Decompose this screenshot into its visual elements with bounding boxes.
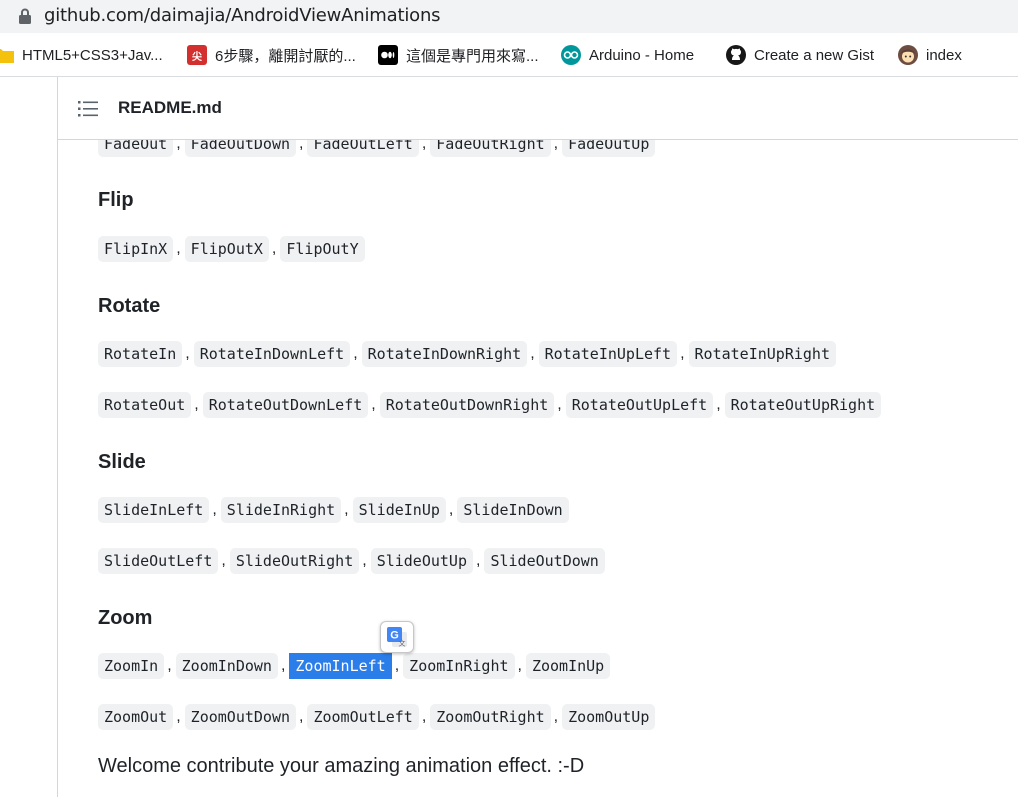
animation-name-code: RotateInDownLeft (193, 341, 351, 367)
comma-separator: , (421, 708, 427, 725)
zoom-out-row: ZoomOut, ZoomOutDown, ZoomOutLeft, ZoomOutR… (98, 704, 656, 730)
animation-name-code: RotateOutDownRight (379, 392, 555, 418)
heading-zoom: Zoom (98, 607, 153, 629)
comma-separator: , (185, 345, 190, 362)
list-icon[interactable] (78, 100, 98, 118)
comma-separator: , (353, 345, 358, 362)
welcome-text: Welcome contribute your amazing animatio… (98, 755, 585, 777)
animation-name-code: ZoomOut (98, 704, 174, 730)
animation-name-code: SlideInLeft (98, 497, 210, 523)
comma-separator: , (194, 396, 199, 413)
comma-separator: , (344, 501, 349, 518)
animation-name-code: RotateInDownRight (361, 341, 528, 367)
slide-in-row: SlideInLeft, SlideInRight, SlideInUp, Slide… (98, 497, 569, 523)
zoom-in-row: ZoomIn, ZoomInDown, ZoomInLeft, ZoomInRight… (98, 653, 611, 679)
animation-name-code: SlideInRight (220, 497, 342, 523)
comma-separator: , (517, 657, 522, 674)
animation-name-code: ZoomOutDown (184, 704, 297, 730)
heading-rotate: Rotate (98, 295, 161, 317)
readme-title[interactable]: README.md (118, 98, 222, 118)
animation-name-code: ZoomInLeft (289, 653, 392, 679)
flip-row: FlipInX, FlipOutX, FlipOutY (98, 236, 365, 262)
comma-separator: , (557, 396, 562, 413)
animation-name-code: SlideInDown (457, 497, 569, 523)
heading-slide: Slide (98, 451, 146, 473)
comma-separator: , (680, 345, 685, 362)
animation-name-code: ZoomInRight (403, 653, 515, 679)
lock-icon (19, 8, 31, 24)
comma-separator: , (280, 657, 286, 674)
animation-name-code: SlideInUp (352, 497, 446, 523)
animation-name-code: ZoomInUp (525, 653, 611, 679)
comma-separator: , (176, 708, 181, 725)
comma-separator: , (371, 396, 376, 413)
comma-separator: , (448, 501, 454, 518)
animation-name-code: ZoomOutUp (562, 704, 656, 730)
animation-name-code: SlideOutUp (370, 548, 473, 574)
svg-text:文: 文 (399, 639, 406, 648)
animation-name-code: FlipOutX (184, 236, 269, 262)
animation-name-code: ZoomOutRight (430, 704, 551, 730)
slide-out-row: SlideOutLeft, SlideOutRight, SlideOutUp, Sl… (98, 548, 605, 574)
comma-separator: , (394, 657, 400, 674)
left-gutter-line (57, 77, 58, 797)
animation-name-code: RotateInUpRight (688, 341, 836, 367)
comma-separator: , (271, 240, 277, 257)
animation-name-code: RotateInUpLeft (538, 341, 678, 367)
animation-name-code: RotateOut (98, 392, 192, 418)
animation-name-code: SlideOutLeft (98, 548, 219, 574)
comma-separator: , (176, 240, 181, 257)
comma-separator: , (299, 708, 304, 725)
animation-name-code: SlideOutRight (229, 548, 360, 574)
comma-separator: , (167, 657, 172, 674)
rotate-in-row: RotateIn, RotateInDownLeft, RotateInDownRi… (98, 341, 836, 367)
animation-name-code: RotateIn (98, 341, 183, 367)
comma-separator: , (221, 552, 226, 569)
rotate-out-row: RotateOut, RotateOutDownLeft, RotateOutDow… (98, 392, 882, 418)
animation-name-code: ZoomIn (98, 653, 165, 679)
comma-separator: , (716, 396, 721, 413)
folder-icon (0, 49, 14, 63)
comma-separator: , (530, 345, 535, 362)
animation-name-code: ZoomInDown (175, 653, 278, 679)
google-translate-icon: G 文 (387, 627, 407, 648)
animation-name-code: SlideOutDown (484, 548, 605, 574)
comma-separator: , (212, 501, 217, 518)
readme-header: README.md (58, 77, 1018, 140)
animation-name-code: RotateOutUpRight (724, 392, 882, 418)
animation-name-code: RotateOutDownLeft (202, 392, 369, 418)
comma-separator: , (362, 552, 367, 569)
heading-flip: Flip (98, 189, 134, 211)
translate-button[interactable]: G 文 (380, 621, 414, 653)
comma-separator: , (476, 552, 481, 569)
animation-name-code: RotateOutUpLeft (565, 392, 714, 418)
animation-name-code: FlipOutY (280, 236, 365, 262)
animation-name-code: FlipInX (98, 236, 174, 262)
animation-name-code: ZoomOutLeft (307, 704, 419, 730)
comma-separator: , (553, 708, 559, 725)
svg-text:G: G (390, 630, 399, 642)
